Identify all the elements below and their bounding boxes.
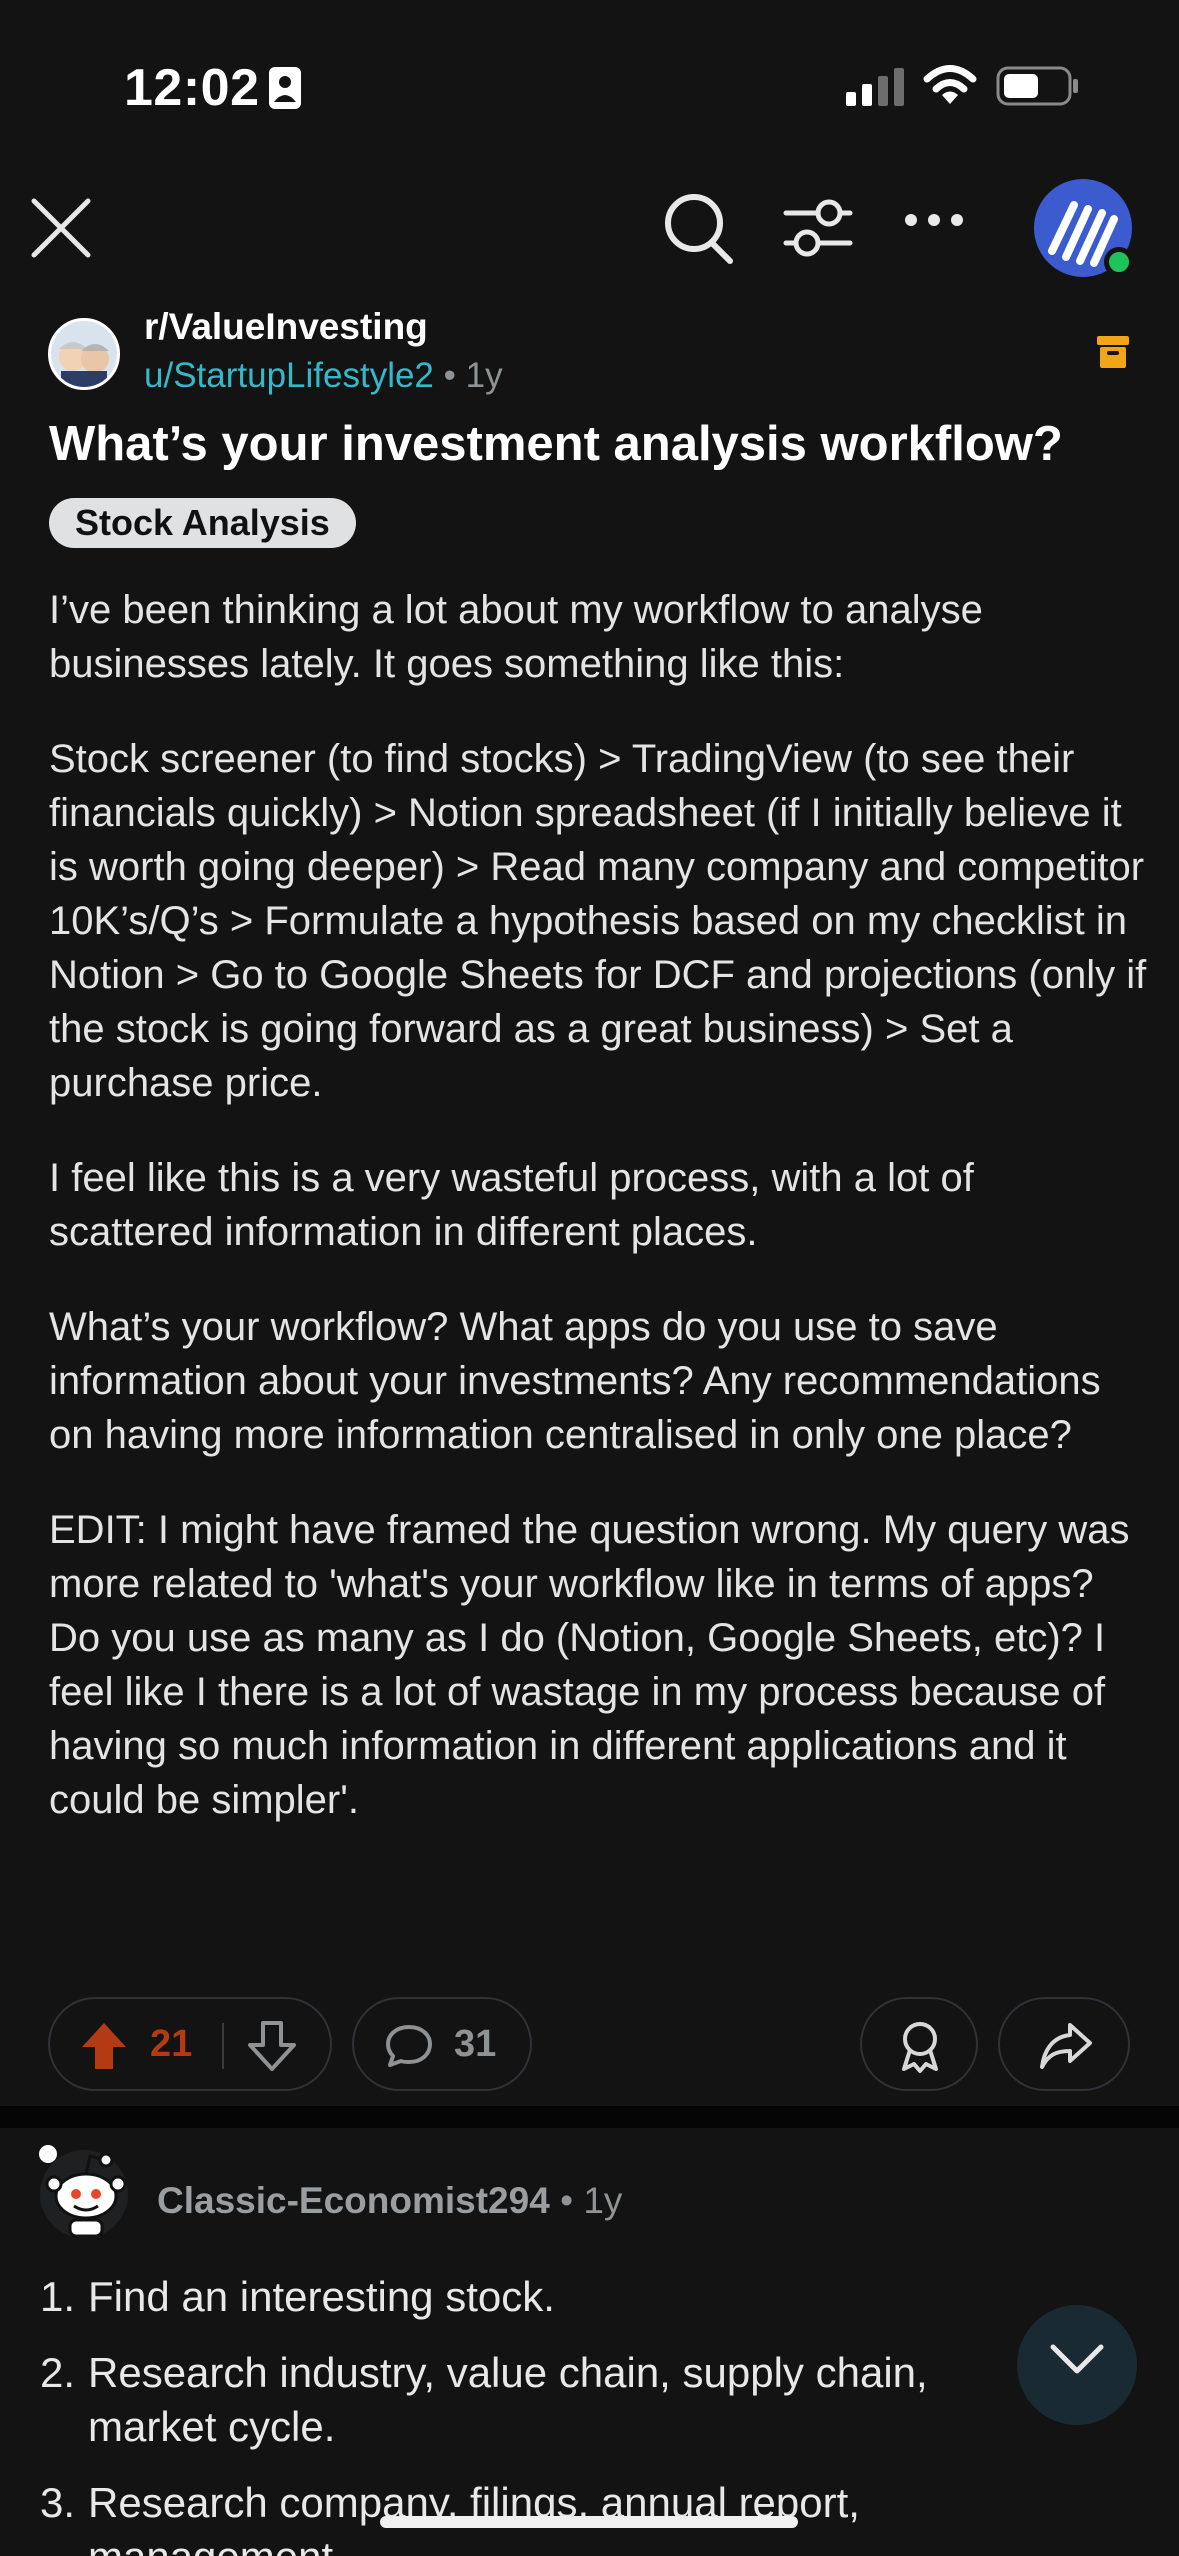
subreddit-icon: [59, 342, 109, 387]
vote-divider: [222, 2023, 224, 2069]
downvote-icon[interactable]: [248, 2021, 296, 2071]
nav-bar: [0, 175, 1179, 300]
cellular-signal-icon: [846, 68, 904, 106]
award-icon: [902, 2022, 938, 2073]
contact-card-icon: [269, 67, 301, 109]
post-paragraph: I feel like this is a very wasteful proc…: [49, 1156, 974, 1254]
list-number: 3.: [40, 2479, 76, 2526]
post-title: What’s your investment analysis workflow…: [49, 417, 1063, 471]
share-icon: [1040, 2023, 1092, 2069]
meta-separator: •: [560, 2180, 574, 2221]
status-bar: 12:02: [0, 0, 1179, 175]
vote-control: 21: [48, 1997, 332, 2091]
list-item: 2. Research industry, value chain, supply…: [40, 2346, 1050, 2454]
comment-icon: [386, 2025, 432, 2067]
list-number: 1.: [40, 2273, 76, 2320]
next-comment-button[interactable]: [1017, 2305, 1137, 2425]
share-button[interactable]: [998, 1997, 1130, 2091]
post-flair[interactable]: Stock Analysis: [49, 498, 356, 548]
post-author[interactable]: u/StartupLifestyle2: [144, 356, 434, 395]
battery-icon: [996, 66, 1078, 106]
meta-separator: •: [443, 356, 456, 395]
home-indicator[interactable]: [380, 2516, 798, 2528]
subreddit-avatar[interactable]: [48, 318, 120, 390]
list-text: Research industry, value chain, supply c…: [88, 2349, 928, 2450]
post-paragraph: I’ve been thinking a lot about my workfl…: [49, 588, 983, 686]
filter-icon[interactable]: [782, 195, 854, 261]
chevron-down-icon: [1050, 2344, 1104, 2374]
post-paragraph: EDIT: I might have framed the question w…: [49, 1508, 1130, 1822]
snoo-avatar-icon[interactable]: [34, 2140, 134, 2240]
archive-icon: [1097, 336, 1129, 368]
wifi-icon: [923, 65, 977, 104]
post-meta: u/StartupLifestyle2 • 1y: [144, 356, 503, 396]
award-button[interactable]: [860, 1997, 978, 2091]
list-number: 2.: [40, 2349, 76, 2396]
close-icon[interactable]: [28, 195, 94, 261]
comment-body: 1. Find an interesting stock. 2. Research …: [40, 2270, 1050, 2556]
post-paragraph: Stock screener (to find stocks) > Tradin…: [49, 737, 1147, 1105]
comment-meta: Classic-Economist294 • 1y: [157, 2180, 622, 2222]
post-age: 1y: [465, 356, 503, 395]
online-status-dot: [1104, 247, 1134, 277]
comment-count: 31: [454, 2023, 497, 2065]
post-actions: 21 31: [0, 1997, 1179, 2093]
vote-count: 21: [150, 2023, 193, 2065]
comments-button[interactable]: 31: [352, 1997, 532, 2091]
comment-author[interactable]: Classic-Economist294: [157, 2180, 550, 2221]
more-icon[interactable]: [904, 213, 964, 227]
subreddit-name[interactable]: r/ValueInvesting: [144, 306, 428, 348]
search-icon[interactable]: [660, 189, 736, 269]
post-body: I’ve been thinking a lot about my workfl…: [49, 583, 1149, 1868]
post-paragraph: What’s your workflow? What apps do you u…: [49, 1305, 1101, 1457]
comment-age: 1y: [583, 2180, 623, 2221]
upvote-icon[interactable]: [80, 2021, 128, 2071]
list-text: Find an interesting stock.: [88, 2273, 555, 2320]
section-divider: [0, 2106, 1179, 2128]
list-item: 1. Find an interesting stock.: [40, 2270, 1050, 2324]
status-time: 12:02: [124, 59, 260, 117]
